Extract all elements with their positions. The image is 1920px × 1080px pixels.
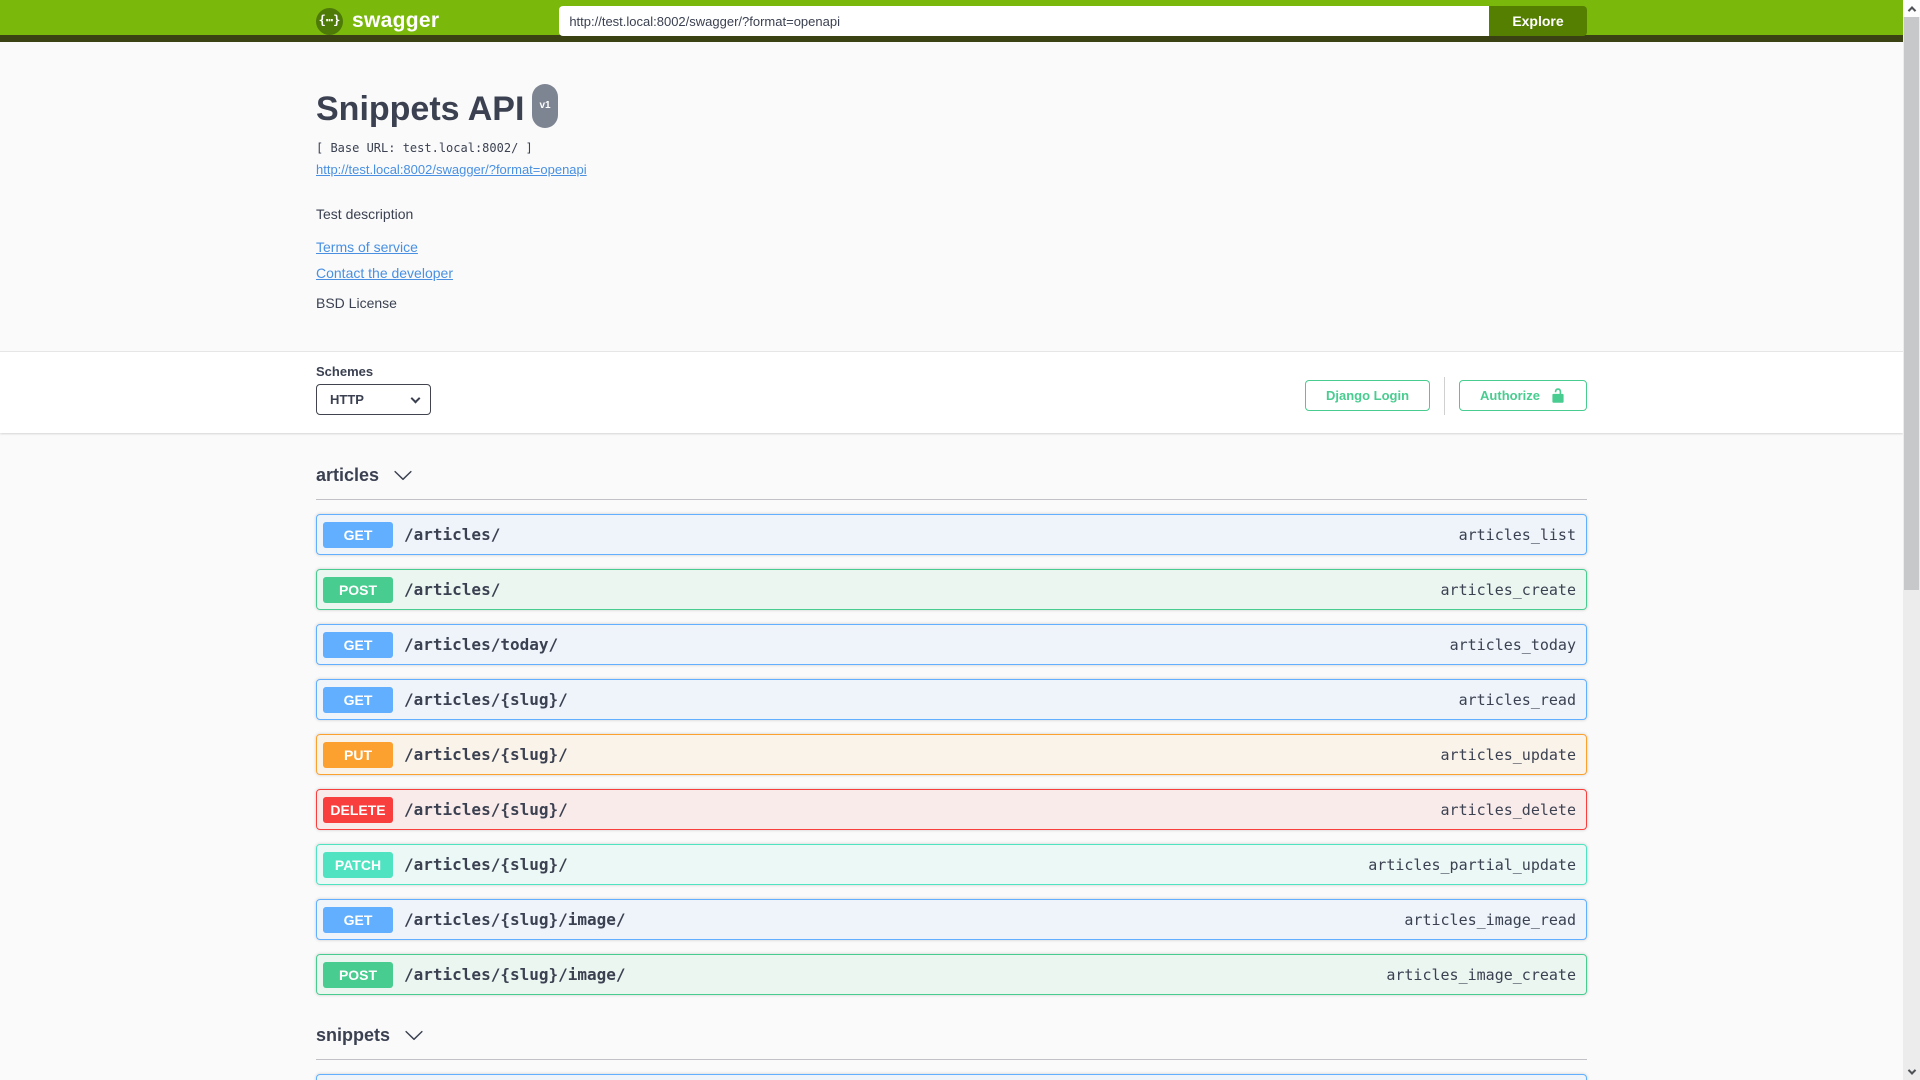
info-section: Snippets API v1 [ Base URL: test.local:80… (0, 42, 1903, 352)
page-title: Snippets API v1 (316, 84, 1587, 134)
method-badge: POST (323, 576, 393, 603)
method-badge: PATCH (323, 851, 393, 878)
swagger-page: {⋯} swagger Explore Snippets APIv1 [ Bas… (0, 0, 1903, 1080)
chevron-down-icon (394, 470, 412, 481)
method-badge: DELETE (323, 796, 393, 823)
schemes-block: Schemes HTTP (316, 364, 431, 415)
operation-id: articles_today (1449, 635, 1576, 654)
method-badge: POST (323, 961, 393, 988)
method-badge: PUT (323, 741, 393, 768)
operation-id: articles_image_read (1404, 910, 1576, 929)
auth-area: Django Login Authorize (1305, 376, 1587, 415)
endpoint-row[interactable]: POST/articles/{slug}/image/articles_imag… (316, 954, 1587, 995)
django-login-button[interactable]: Django Login (1305, 380, 1431, 411)
endpoint-row[interactable]: GET/articles/articles_list (316, 514, 1587, 555)
endpoint-path: /articles/{slug}/ (404, 800, 568, 819)
endpoint-path: /articles/{slug}/image/ (404, 910, 626, 929)
endpoint-row[interactable]: GET/articles/{slug}/ articles_read (316, 679, 1587, 720)
endpoint-path: /articles/{slug}/ (404, 690, 568, 709)
operation-id: articles_list (1458, 525, 1576, 544)
authorize-button[interactable]: Authorize (1459, 380, 1587, 411)
contact-developer-link[interactable]: Contact the developer (316, 265, 453, 281)
endpoint-path: /articles/ (404, 580, 501, 599)
endpoint-row[interactable]: GET/snippets/snippets_list (316, 1074, 1587, 1080)
explore-button[interactable]: Explore (1489, 6, 1587, 36)
endpoint-row[interactable]: DELETE/articles/{slug}/ articles_delete (316, 789, 1587, 830)
auth-divider (1444, 376, 1446, 415)
tag-section-snippets: snippets GET/snippets/snippets_list (316, 1023, 1587, 1080)
method-badge: GET (323, 686, 393, 713)
endpoint-row[interactable]: GET/articles/today/articles_today (316, 624, 1587, 665)
django-login-label: Django Login (1326, 388, 1410, 403)
method-badge: GET (323, 521, 393, 548)
version-badge: v1 (532, 84, 558, 128)
schemes-select[interactable]: HTTP (316, 384, 431, 415)
method-badge: GET (323, 906, 393, 933)
endpoint-row[interactable]: PATCH/articles/{slug}/ articles_partial_u… (316, 844, 1587, 885)
operation-id: articles_image_create (1386, 965, 1576, 984)
tag-title: snippets (316, 1025, 391, 1045)
api-description: Test description (316, 206, 414, 222)
tag-section-articles: articles GET/articles/articles_list POST/a… (316, 463, 1587, 995)
operation-id: articles_read (1458, 690, 1576, 709)
spec-link[interactable]: http://test.local:8002/swagger/?format=o… (316, 162, 587, 177)
endpoint-row[interactable]: POST/articles/articles_create (316, 569, 1587, 610)
brand-title: swagger (352, 9, 440, 32)
endpoint-path: /articles/{slug}/image/ (404, 965, 626, 984)
scrollbar-thumb[interactable] (1904, 17, 1919, 590)
authorize-label: Authorize (1480, 388, 1540, 403)
operation-id: articles_create (1440, 580, 1576, 599)
base-url: [ Base URL: test.local:8002/ ] (316, 141, 533, 155)
scrollbar[interactable] (1903, 0, 1920, 1080)
operation-id: articles_partial_update (1368, 855, 1576, 874)
scrollbar-down-button[interactable] (1903, 1063, 1920, 1080)
schemes-label: Schemes (316, 364, 374, 379)
endpoint-row[interactable]: GET/articles/{slug}/image/articles_image… (316, 899, 1587, 940)
scrollbar-up-button[interactable] (1903, 0, 1920, 17)
unlocked-padlock-icon (1552, 388, 1564, 403)
terms-of-service-link[interactable]: Terms of service (316, 239, 418, 255)
api-sections: articles GET/articles/articles_list POST/a… (0, 433, 1903, 1080)
swagger-logo-icon: {⋯} (316, 7, 343, 35)
swagger-logo: {⋯} swagger (316, 7, 440, 35)
operation-id: articles_delete (1440, 800, 1576, 819)
endpoint-path: /articles/ (404, 525, 501, 544)
endpoint-row[interactable]: PUT/articles/{slug}/ articles_update (316, 734, 1587, 775)
api-title-text: Snippets API (316, 90, 525, 128)
endpoint-path: /articles/{slug}/ (404, 855, 568, 874)
license-text: BSD License (316, 295, 397, 311)
spec-url-form: Explore (559, 6, 1587, 36)
tag-title: articles (316, 465, 380, 485)
endpoint-path: /articles/{slug}/ (404, 745, 568, 764)
endpoint-path: /articles/today/ (404, 635, 559, 654)
chevron-down-icon (405, 1030, 423, 1041)
method-badge: GET (323, 631, 393, 658)
operation-id: articles_update (1440, 745, 1576, 764)
tag-header-snippets[interactable]: snippets (316, 1023, 1587, 1060)
chevron-down-icon (1907, 1065, 1916, 1075)
scheme-container: Schemes HTTP Django Login Authorize (0, 352, 1903, 433)
chevron-up-icon (1907, 5, 1916, 15)
tag-header-articles[interactable]: articles (316, 463, 1587, 500)
topbar: {⋯} swagger Explore (0, 0, 1903, 42)
spec-url-input[interactable] (559, 6, 1489, 36)
